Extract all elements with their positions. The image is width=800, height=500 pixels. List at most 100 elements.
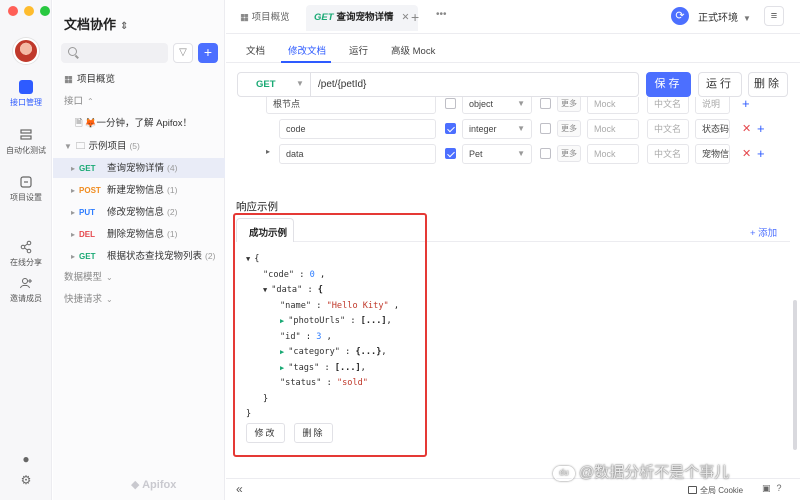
json-line[interactable]: ▶ "tags" : [...],	[280, 361, 366, 376]
collapse-toggle-icon[interactable]: ▶	[280, 317, 284, 325]
json-line[interactable]: ▼{	[246, 252, 259, 267]
method-select[interactable]: GET	[256, 79, 276, 90]
bell-icon[interactable]: ●	[0, 452, 52, 466]
help-icon[interactable]: ?	[777, 483, 788, 493]
description-input[interactable]: 状态码	[695, 119, 730, 139]
tab-advanced-mock[interactable]: 高级 Mock	[391, 43, 435, 57]
mock-input[interactable]: Mock	[587, 97, 639, 114]
environment-select[interactable]: 正式环境 ▼	[698, 9, 751, 24]
save-button[interactable]: 保存	[646, 72, 691, 97]
sidebar-item-intro-doc[interactable]: 🗎 🦊一分钟，了解 Apifox！	[53, 114, 225, 134]
schema-row-data: ▸ data Pet ▼ 更多 Mock 中文名 宠物信 ✕ +	[237, 142, 787, 166]
cn-name-input[interactable]: 中文名	[647, 144, 689, 164]
chevron-down-icon: ▼	[743, 14, 751, 23]
tab-overview[interactable]: ▦ 项目概览	[232, 5, 298, 31]
global-cookie-button[interactable]: 全局 Cookie	[688, 485, 743, 496]
delete-button[interactable]: 删除	[748, 72, 788, 97]
more-options-button[interactable]: 更多	[557, 97, 581, 112]
sidebar-item-api-find-by-status[interactable]: ▸ GET 根据状态查找宠物列表 (2)	[53, 246, 225, 266]
sidebar-item-api-delete-pet[interactable]: ▸ DEL 删除宠物信息 (1)	[53, 224, 225, 244]
minimize-window-button[interactable]	[24, 6, 34, 16]
json-separator: :	[294, 269, 310, 280]
tab-doc[interactable]: 文档	[246, 43, 265, 57]
add-example-button[interactable]: + 添加	[750, 225, 777, 239]
json-line[interactable]: ▼ "data" : {	[263, 283, 323, 298]
sidebar-item-api-post-pet[interactable]: ▸ POST 新建宠物信息 (1)	[53, 180, 225, 200]
collapse-toggle-icon[interactable]: ▶	[280, 364, 284, 372]
project-switcher[interactable]: 文档协作 ⇕	[64, 14, 128, 33]
rail-item-automation[interactable]: 自动化测试	[0, 128, 52, 156]
nullable-checkbox[interactable]	[540, 148, 551, 159]
description-input[interactable]: 宠物信	[695, 144, 730, 164]
json-line: }	[263, 392, 268, 407]
sidebar-item-overview[interactable]: ▦ 项目概览	[53, 70, 225, 90]
type-select[interactable]: object ▼	[462, 97, 532, 114]
expand-toggle-icon[interactable]: ▼	[246, 255, 250, 263]
nullable-checkbox[interactable]	[540, 123, 551, 134]
required-checkbox[interactable]	[445, 148, 456, 159]
tab-run[interactable]: 运行	[349, 43, 368, 57]
more-options-button[interactable]: 更多	[557, 120, 581, 137]
avatar[interactable]	[13, 38, 39, 64]
tab-get-pet[interactable]: GET 查询宠物详情 ✕	[306, 5, 418, 31]
sidebar-section-api[interactable]: 接口 ⌃	[53, 92, 225, 112]
filter-button[interactable]: ▽	[173, 43, 193, 63]
field-name-input[interactable]: data	[279, 144, 436, 164]
sidebar-section-quick[interactable]: 快捷请求 ⌄	[53, 290, 225, 310]
run-button[interactable]: 运行	[698, 72, 742, 97]
field-name-input[interactable]: code	[279, 119, 436, 139]
gear-icon[interactable]: ⚙	[0, 473, 52, 487]
add-field-button[interactable]: +	[757, 146, 765, 161]
collapse-toggle-icon[interactable]: ▶	[280, 348, 284, 356]
collapse-sidebar-icon[interactable]: «	[236, 482, 243, 496]
close-icon[interactable]: ✕	[402, 12, 410, 23]
scrollbar[interactable]	[793, 300, 797, 450]
rail-item-api-management[interactable]: 接口管理	[0, 80, 52, 108]
nullable-checkbox[interactable]	[540, 98, 551, 109]
json-line[interactable]: ▶ "photoUrls" : [...],	[280, 314, 392, 329]
field-name-input[interactable]: 根节点	[266, 97, 436, 114]
cn-name-input[interactable]: 中文名	[647, 119, 689, 139]
close-window-button[interactable]	[8, 6, 18, 16]
description-input[interactable]: 说明	[695, 97, 730, 114]
mock-input[interactable]: Mock	[587, 119, 639, 139]
sidebar-section-models[interactable]: 数据模型 ⌄	[53, 268, 225, 288]
add-button[interactable]: +	[198, 43, 218, 63]
json-brace: }	[263, 393, 269, 404]
rail-item-settings[interactable]: 项目设置	[0, 175, 52, 203]
more-options-button[interactable]: 更多	[557, 145, 581, 162]
rail-item-share[interactable]: 在线分享	[0, 240, 52, 268]
new-tab-button[interactable]: +	[411, 9, 419, 25]
sidebar-folder-example[interactable]: ▼ 🗀 示例项目 (5)	[53, 136, 225, 156]
tab-bar: ▦ 项目概览 GET 查询宠物详情 ✕ + ••• ⟳ 正式环境 ▼ ≡	[226, 0, 800, 34]
edit-example-button[interactable]: 修改	[246, 423, 285, 443]
cn-name-input[interactable]: 中文名	[647, 97, 689, 114]
path-input[interactable]: /pet/{petId}	[318, 79, 366, 90]
menu-button[interactable]: ≡	[764, 6, 784, 26]
remove-field-button[interactable]: ✕	[742, 147, 751, 160]
required-checkbox[interactable]	[445, 123, 456, 134]
search-input[interactable]	[61, 43, 168, 63]
remove-field-button[interactable]: ✕	[742, 122, 751, 135]
layout-icon[interactable]: ▣	[762, 483, 777, 493]
expand-toggle-icon[interactable]: ▼	[263, 286, 267, 294]
sidebar-item-api-put-pet[interactable]: ▸ PUT 修改宠物信息 (2)	[53, 202, 225, 222]
mock-input[interactable]: Mock	[587, 144, 639, 164]
json-punct: ,	[381, 347, 387, 357]
type-select[interactable]: integer ▼	[462, 119, 532, 139]
add-field-button[interactable]: +	[742, 97, 750, 111]
caret-right-icon[interactable]: ▸	[266, 147, 270, 156]
environment-icon[interactable]: ⟳	[671, 7, 689, 25]
json-line[interactable]: ▶ "category" : {...},	[280, 345, 387, 360]
type-select[interactable]: Pet ▼	[462, 144, 532, 164]
more-icon[interactable]: •••	[436, 9, 447, 20]
json-separator: :	[345, 316, 361, 326]
delete-example-button[interactable]: 删除	[294, 423, 333, 443]
sidebar-item-api-get-pet[interactable]: ▸ GET 查询宠物详情 (4)	[53, 158, 225, 178]
maximize-window-button[interactable]	[40, 6, 50, 16]
tab-success-example[interactable]: 成功示例	[236, 218, 294, 242]
tab-edit-doc[interactable]: 修改文档	[288, 43, 326, 57]
rail-item-invite[interactable]: 邀请成员	[0, 276, 52, 304]
add-field-button[interactable]: +	[757, 121, 765, 136]
required-checkbox[interactable]	[445, 98, 456, 109]
